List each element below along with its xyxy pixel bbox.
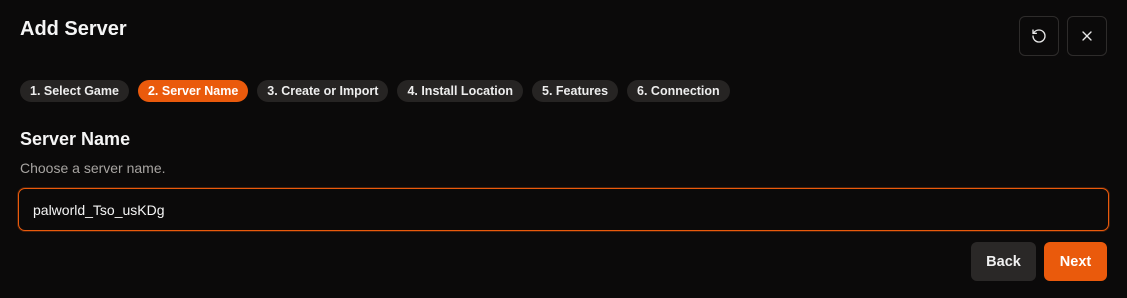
next-button[interactable]: Next [1044,242,1107,281]
step-select-game[interactable]: 1. Select Game [20,80,129,102]
step-features[interactable]: 5. Features [532,80,619,102]
rotate-ccw-icon [1032,29,1046,43]
step-server-name[interactable]: 2. Server Name [137,80,249,102]
step-create-or-import[interactable]: 3. Create or Import [257,80,389,102]
reset-button[interactable] [1019,16,1059,56]
close-icon [1082,31,1092,41]
back-button[interactable]: Back [971,242,1036,281]
step-install-location[interactable]: 4. Install Location [397,80,524,102]
section-description: Choose a server name. [20,160,166,176]
dialog-title: Add Server [20,18,127,40]
wizard-steps: 1. Select Game 2. Server Name 3. Create … [20,80,730,102]
add-server-dialog: Add Server 1. Select Game 2. Server Name… [0,0,1127,298]
step-connection[interactable]: 6. Connection [627,80,730,102]
section-title: Server Name [20,129,131,149]
server-name-input[interactable] [18,188,1109,231]
close-button[interactable] [1067,16,1107,56]
